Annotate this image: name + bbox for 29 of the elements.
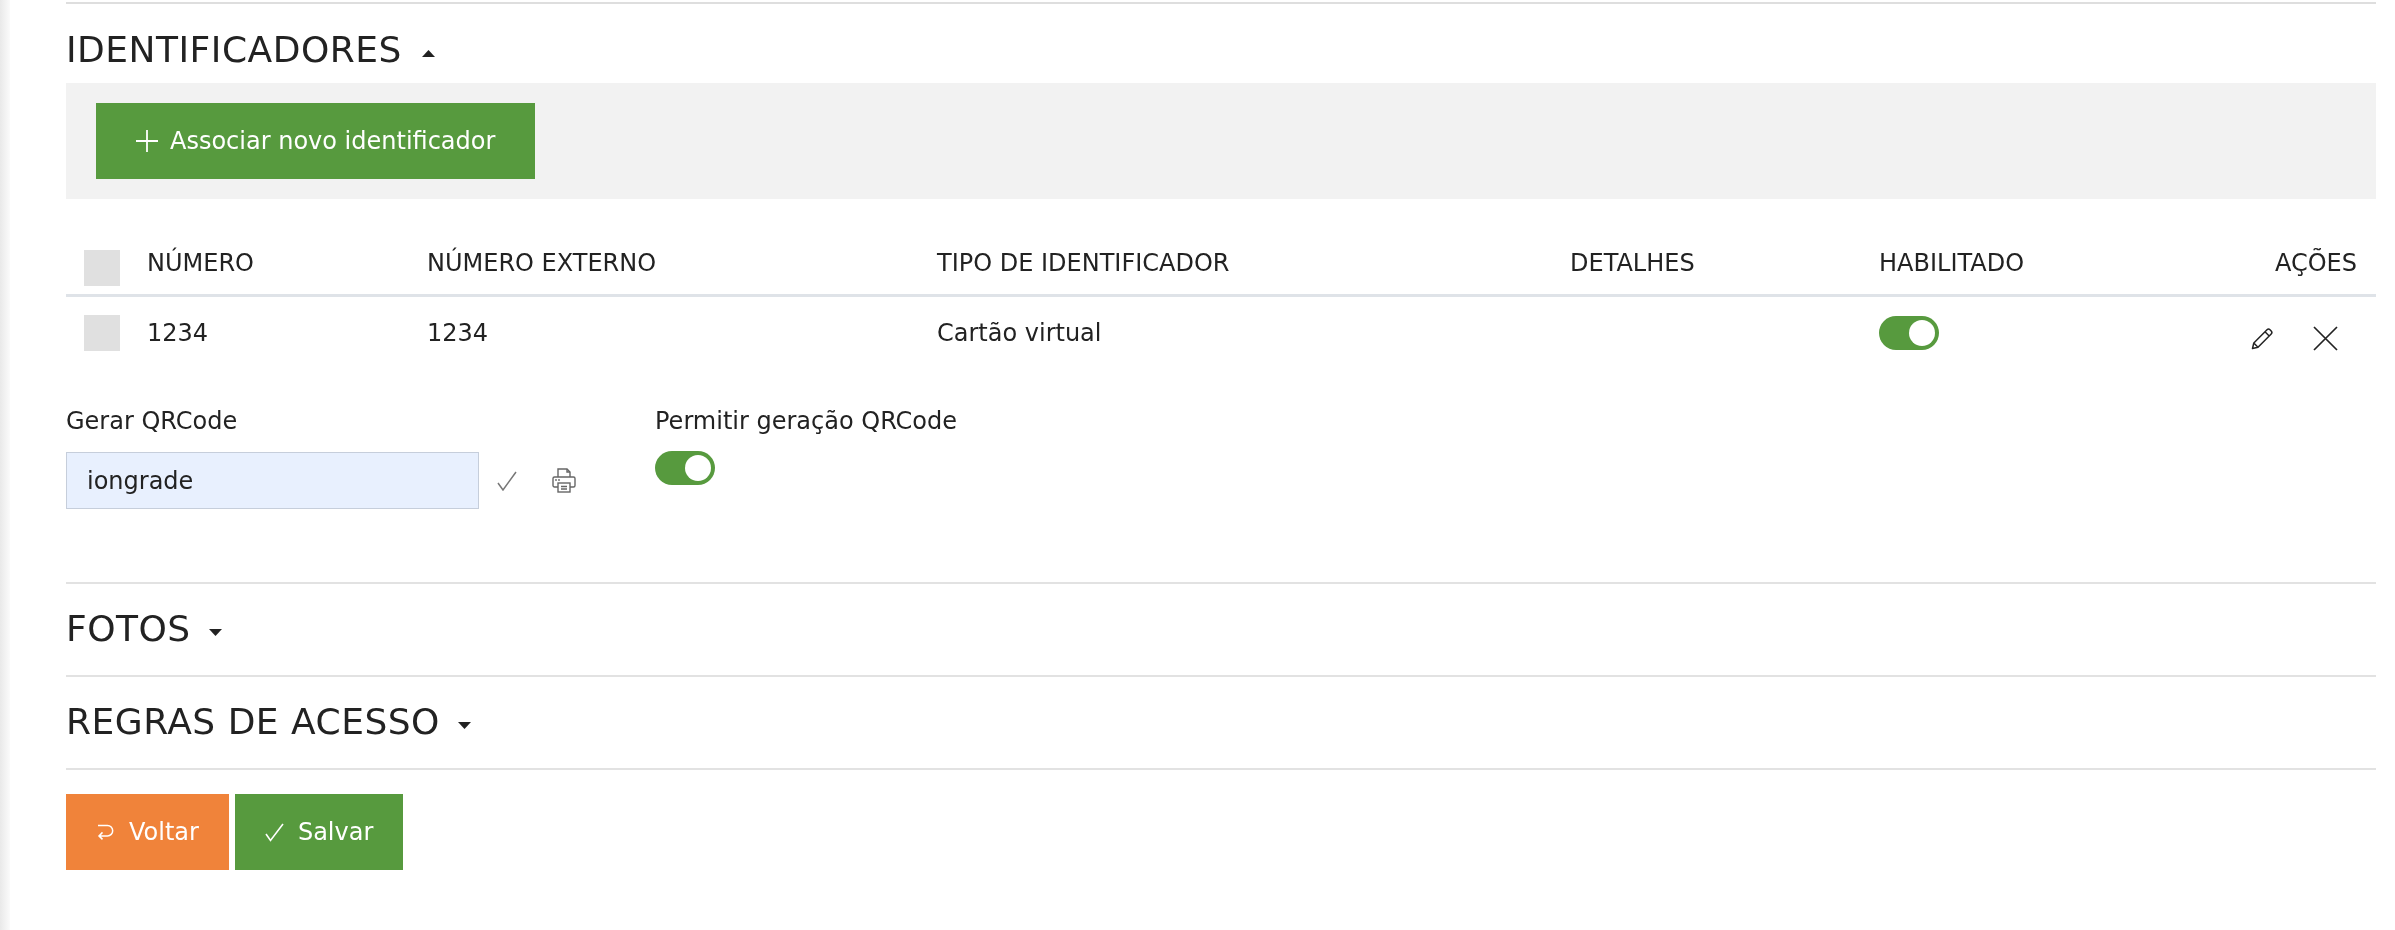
plus-icon xyxy=(136,130,158,152)
table-cell-text: Cartão virtual xyxy=(937,319,1103,347)
field-label: Gerar QRCode xyxy=(66,407,238,435)
printer-icon[interactable] xyxy=(552,468,576,493)
toggle-switch[interactable] xyxy=(655,451,715,485)
check-icon[interactable] xyxy=(497,470,517,491)
caret-down-icon[interactable] xyxy=(457,721,471,729)
section-title[interactable]: IDENTIFICADORES xyxy=(66,28,402,72)
caret-up-icon[interactable] xyxy=(421,49,435,57)
column-header: HABILITADO xyxy=(1879,249,2026,277)
column-header: TIPO DE IDENTIFICADOR xyxy=(937,249,1231,277)
section-title[interactable]: REGRAS DE ACESSO xyxy=(66,700,440,744)
field-label: Permitir geração QRCode xyxy=(655,407,958,435)
return-arrow-icon xyxy=(96,822,115,842)
check-icon xyxy=(264,822,284,842)
cross-icon[interactable] xyxy=(2313,325,2338,351)
caret-down-icon[interactable] xyxy=(208,628,222,636)
column-header: NÚMERO xyxy=(147,249,255,277)
column-header: NÚMERO EXTERNO xyxy=(427,249,658,277)
toggle-switch[interactable] xyxy=(1879,316,1939,350)
input-field[interactable]: iongrade xyxy=(66,452,479,509)
section-title[interactable]: FOTOS xyxy=(66,607,191,651)
pencil-icon[interactable] xyxy=(2250,325,2275,351)
table-cell-text: 1234 xyxy=(147,319,210,347)
select-all-checkbox[interactable] xyxy=(84,250,120,286)
column-header: AÇÕES xyxy=(2274,249,2357,277)
table-cell-text: 1234 xyxy=(427,319,490,347)
row-checkbox[interactable] xyxy=(84,315,120,351)
column-header: DETALHES xyxy=(1570,249,1696,277)
